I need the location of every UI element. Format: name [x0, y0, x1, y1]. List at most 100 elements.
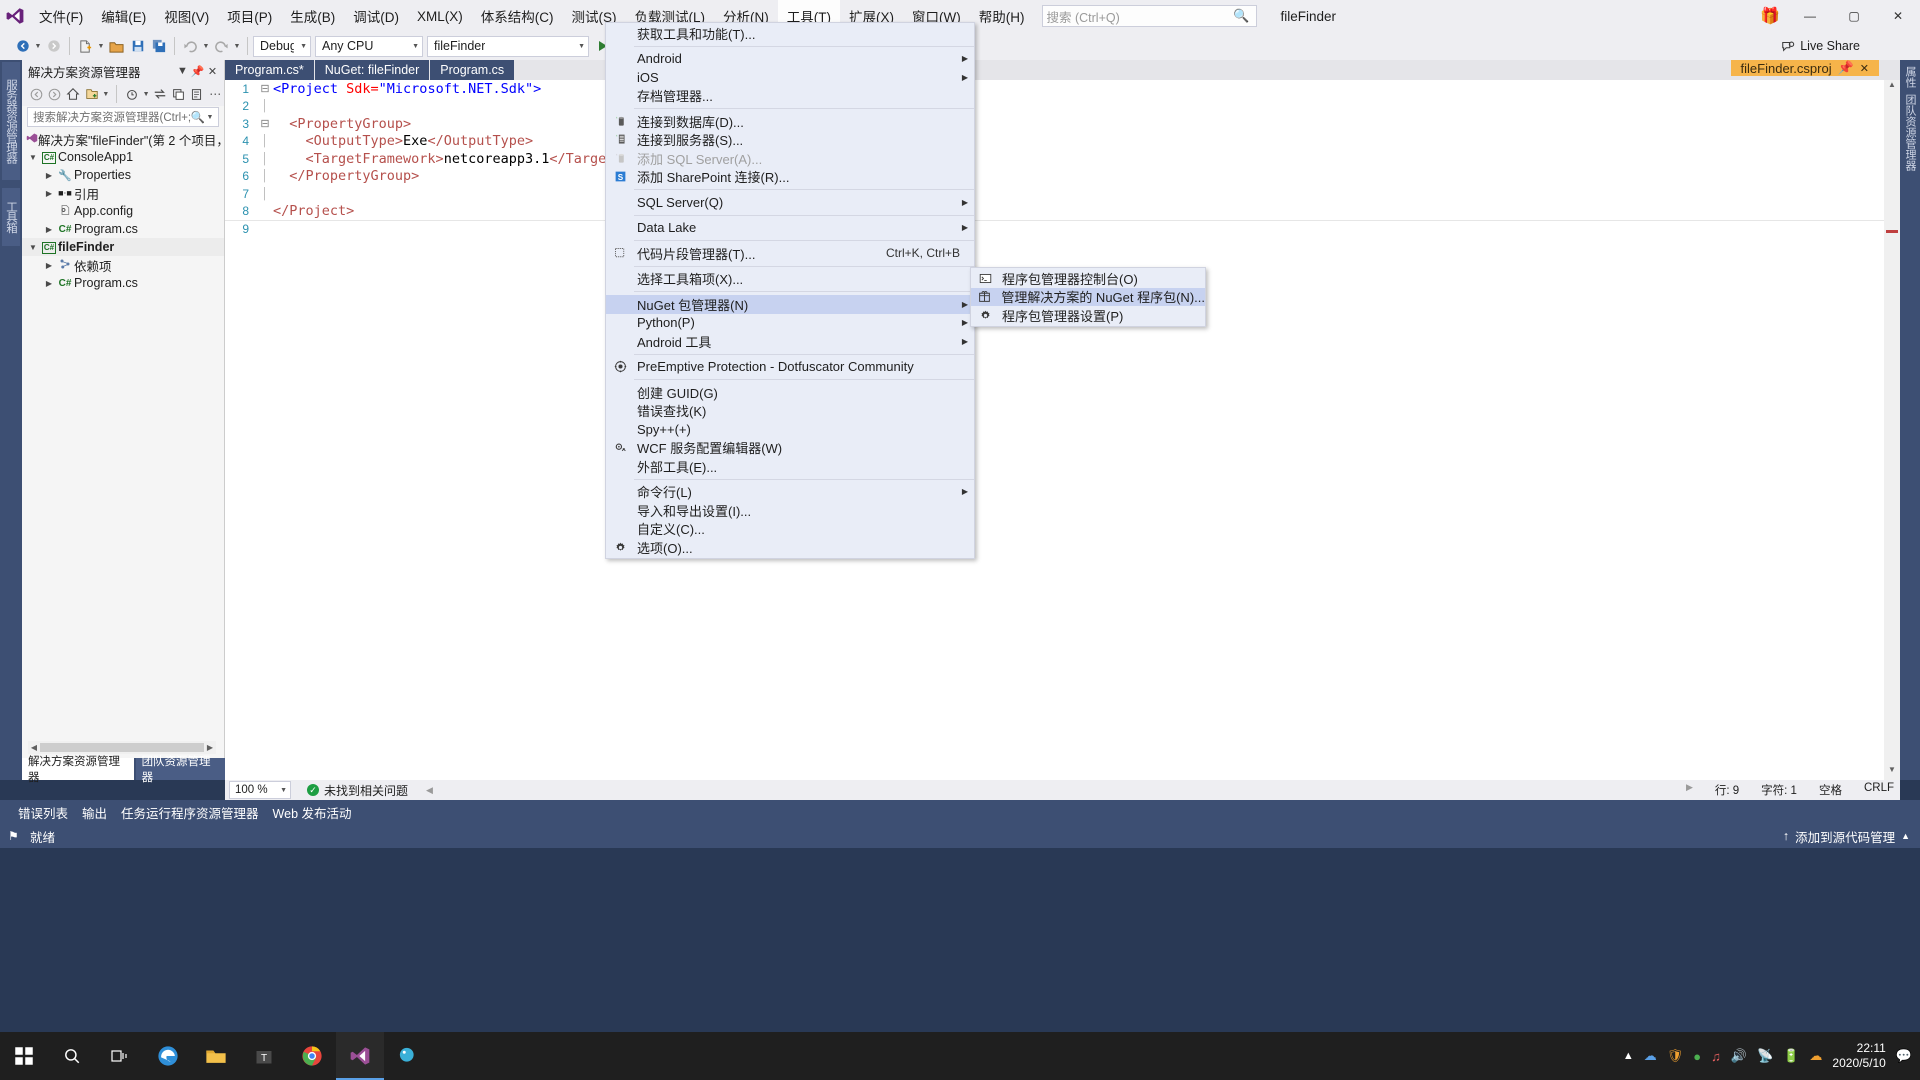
- expander-collapse-icon[interactable]: ▼: [26, 243, 40, 252]
- expander-expand-icon[interactable]: ▶: [42, 261, 56, 270]
- scroll-up-icon[interactable]: ▲: [1884, 80, 1900, 95]
- network-icon[interactable]: 📡: [1757, 1048, 1773, 1064]
- expander-expand-icon[interactable]: ▶: [42, 189, 56, 198]
- submenu-item-package-manager-console[interactable]: 程序包管理器控制台(O): [971, 269, 1205, 288]
- platform-combobox[interactable]: Any CPU ▼: [315, 35, 423, 57]
- maximize-button[interactable]: ▢: [1832, 0, 1876, 32]
- chevron-down-icon[interactable]: ▼: [142, 91, 151, 98]
- start-icon[interactable]: [0, 1032, 48, 1080]
- notifications-icon[interactable]: 💬: [1896, 1048, 1912, 1064]
- submenu-item-package-manager-settings[interactable]: 程序包管理器设置(P): [971, 306, 1205, 325]
- menu-item-data-lake[interactable]: Data Lake ▶: [606, 219, 974, 238]
- fold-icon[interactable]: ⊟: [257, 117, 273, 130]
- dock-tab-server-explorer[interactable]: 服务器资源管理器: [2, 62, 20, 180]
- chevron-up-icon[interactable]: ▲: [1623, 1050, 1634, 1062]
- menu-item-error-lookup[interactable]: 错误查找(K): [606, 402, 974, 421]
- navigate-forward-icon[interactable]: [43, 36, 64, 57]
- explorer-icon[interactable]: [192, 1032, 240, 1080]
- store-icon[interactable]: T: [240, 1032, 288, 1080]
- edge-icon[interactable]: [144, 1032, 192, 1080]
- expander-expand-icon[interactable]: ▶: [42, 279, 56, 288]
- menu-project[interactable]: 项目(P): [218, 0, 281, 32]
- menu-architecture[interactable]: 体系结构(C): [472, 0, 563, 32]
- menu-edit[interactable]: 编辑(E): [92, 0, 155, 32]
- redo-dropdown-icon[interactable]: ▼: [232, 43, 242, 50]
- pending-changes-icon[interactable]: [123, 85, 140, 104]
- editor-tab-filefinder-csproj[interactable]: fileFinder.csproj 📌 ✕: [1730, 60, 1880, 76]
- menu-item-code-snippets-manager[interactable]: 代码片段管理器(T)... Ctrl+K, Ctrl+B: [606, 244, 974, 263]
- properties-icon[interactable]: [188, 85, 205, 104]
- menu-item-connect-to-database[interactable]: 连接到数据库(D)...: [606, 112, 974, 131]
- editor-tab-nuget[interactable]: NuGet: fileFinder: [314, 60, 431, 80]
- forward-icon[interactable]: [46, 85, 63, 104]
- close-icon[interactable]: ✕: [205, 65, 220, 78]
- undo-icon[interactable]: [180, 36, 201, 57]
- close-button[interactable]: ✕: [1876, 0, 1920, 32]
- panel-tab-web-publish-activity[interactable]: Web 发布活动: [273, 803, 352, 822]
- menu-item-python[interactable]: Python(P) ▶: [606, 314, 974, 333]
- expander-expand-icon[interactable]: ▶: [42, 171, 56, 180]
- menu-item-get-tools[interactable]: 获取工具和功能(T)...: [606, 24, 974, 43]
- task-view-icon[interactable]: [96, 1032, 144, 1080]
- menu-item-command-line[interactable]: 命令行(L) ▶: [606, 483, 974, 502]
- code-editor[interactable]: 1 ⊟ <Project Sdk= "Microsoft.NET.Sdk" > …: [225, 80, 1900, 780]
- expander-collapse-icon[interactable]: ▼: [26, 153, 40, 162]
- pin-icon[interactable]: 📌: [190, 65, 205, 78]
- panel-tab-error-list[interactable]: 错误列表: [18, 803, 68, 822]
- menu-item-customize[interactable]: 自定义(C)...: [606, 520, 974, 539]
- shield-icon[interactable]: 🛡: [1667, 1048, 1684, 1064]
- volume-icon[interactable]: 🔊: [1731, 1048, 1747, 1064]
- back-icon[interactable]: [28, 85, 45, 104]
- line-ending-indicator[interactable]: CRLF: [1864, 782, 1894, 798]
- menu-item-create-guid[interactable]: 创建 GUID(G): [606, 383, 974, 402]
- pin-icon[interactable]: 📌: [1838, 60, 1854, 76]
- new-folder-icon[interactable]: [83, 85, 100, 104]
- search-icon[interactable]: [48, 1032, 96, 1080]
- taskbar-clock[interactable]: 22:11 2020/5/10: [1832, 1041, 1885, 1071]
- menu-help[interactable]: 帮助(H): [970, 0, 1034, 32]
- dock-tab-team-explorer[interactable]: 团队资源管理器: [1902, 94, 1918, 171]
- collapse-arrow-icon[interactable]: ◀: [426, 785, 433, 796]
- tree-node-references[interactable]: ▶ ■⋅■ 引用: [22, 184, 224, 202]
- vs-icon[interactable]: [336, 1032, 384, 1080]
- paint-icon[interactable]: [384, 1032, 432, 1080]
- tree-node-program-cs-2[interactable]: ▶ C# Program.cs: [22, 274, 224, 292]
- scroll-right-icon[interactable]: ▶: [204, 743, 216, 752]
- menu-item-wcf-service-config-editor[interactable]: WCF 服务配置编辑器(W): [606, 439, 974, 458]
- navigate-backward-icon[interactable]: [12, 36, 33, 57]
- chevron-down-icon[interactable]: ▼: [205, 114, 215, 121]
- gift-icon[interactable]: 🎁: [1752, 6, 1788, 26]
- menu-item-android-tools[interactable]: Android 工具 ▶: [606, 332, 974, 351]
- tree-node-solution[interactable]: 解决方案"fileFinder"(第 2 个项目，共 2: [22, 130, 252, 148]
- scroll-down-icon[interactable]: ▼: [1884, 765, 1900, 780]
- menu-item-import-export-settings[interactable]: 导入和导出设置(I)...: [606, 501, 974, 520]
- tree-node-program-cs-1[interactable]: ▶ C# Program.cs: [22, 220, 224, 238]
- dock-tab-properties[interactable]: 属性: [1902, 66, 1918, 88]
- menu-item-nuget-package-manager[interactable]: NuGet 包管理器(N) ▶: [606, 295, 974, 314]
- quick-search-box[interactable]: 搜索 (Ctrl+Q) 🔍: [1041, 5, 1257, 27]
- minimize-button[interactable]: —: [1788, 0, 1832, 32]
- redo-icon[interactable]: [211, 36, 232, 57]
- tab-team-explorer[interactable]: 团队资源管理器: [135, 756, 225, 784]
- tree-node-filefinder[interactable]: ▼ C# fileFinder: [22, 238, 224, 256]
- menu-item-add-sharepoint-connection[interactable]: S 添加 SharePoint 连接(R)...: [606, 168, 974, 187]
- editor-tab-program-cs[interactable]: Program.cs: [430, 60, 516, 80]
- close-icon[interactable]: ✕: [1860, 62, 1869, 75]
- chrome-icon[interactable]: [288, 1032, 336, 1080]
- scroll-left-icon[interactable]: ◀: [28, 743, 40, 752]
- overflow-icon[interactable]: ⋯: [207, 85, 224, 104]
- save-icon[interactable]: [127, 36, 148, 57]
- battery-icon[interactable]: 🔋: [1783, 1048, 1799, 1064]
- chevron-down-icon[interactable]: ▼: [175, 65, 190, 77]
- undo-dropdown-icon[interactable]: ▼: [201, 43, 211, 50]
- panel-tab-task-runner-explorer[interactable]: 任务运行程序资源管理器: [121, 803, 259, 822]
- chevron-down-icon[interactable]: ▼: [101, 91, 110, 98]
- zoom-combobox[interactable]: 100 % ▼: [229, 781, 291, 799]
- solution-explorer-search-input[interactable]: 搜索解决方案资源管理器(Ctrl+;) 🔍 ▼: [27, 107, 219, 127]
- onedrive-icon[interactable]: ☁: [1644, 1048, 1657, 1064]
- menu-item-choose-toolbox-items[interactable]: 选择工具箱项(X)...: [606, 270, 974, 289]
- menu-build[interactable]: 生成(B): [281, 0, 344, 32]
- configuration-combobox[interactable]: Debug ▼: [253, 35, 311, 57]
- live-share-button[interactable]: Live Share: [1781, 32, 1860, 60]
- menu-debug[interactable]: 调试(D): [344, 0, 408, 32]
